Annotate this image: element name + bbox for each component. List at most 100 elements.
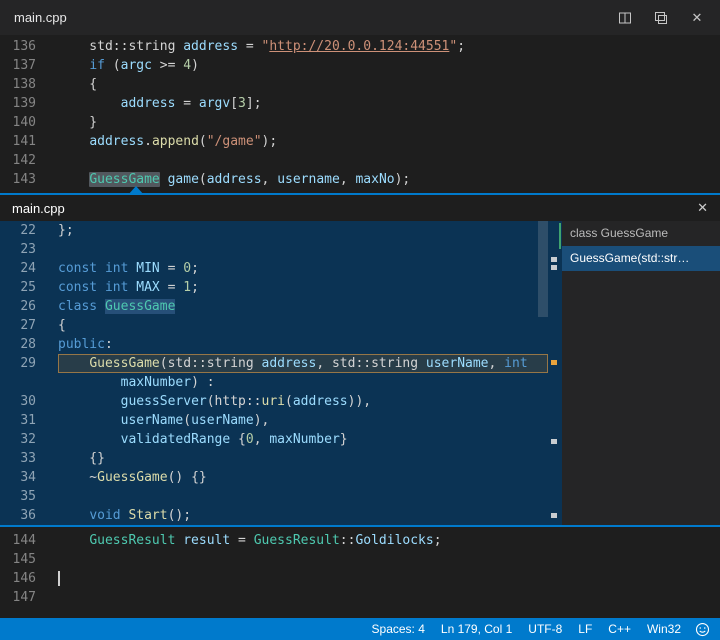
code-line[interactable]: 136 std::string address = "http://20.0.0… [0, 37, 720, 56]
line-number[interactable]: 139 [0, 94, 44, 113]
code-line[interactable]: 137 if (argc >= 4) [0, 56, 720, 75]
token [58, 375, 121, 390]
code-line[interactable]: 24const int MIN = 0; [0, 259, 548, 278]
feedback-smiley-icon[interactable] [695, 622, 710, 637]
token: 1 [183, 280, 191, 295]
status-item[interactable]: C++ [608, 622, 631, 636]
token: }; [58, 223, 74, 238]
code-text: GuessGame(std::string address, std::stri… [58, 354, 548, 373]
line-number[interactable]: 147 [0, 588, 44, 607]
line-number[interactable]: 143 [0, 170, 44, 189]
code-line[interactable]: 22}; [0, 221, 548, 240]
line-number[interactable]: 36 [0, 506, 44, 525]
editor-layout-icon[interactable] [652, 9, 670, 27]
code-line[interactable]: 34 ~GuessGame() {} [0, 468, 548, 487]
code-line[interactable]: 33 {} [0, 449, 548, 468]
line-number[interactable]: 26 [0, 297, 44, 316]
line-number[interactable]: 145 [0, 550, 44, 569]
scrollbar-thumb[interactable] [538, 221, 548, 317]
overview-ruler-marker [551, 439, 557, 444]
line-number[interactable]: 144 [0, 531, 44, 550]
line-number[interactable]: 34 [0, 468, 44, 487]
token: , [489, 356, 505, 371]
peek-close-icon[interactable]: ✕ [697, 200, 708, 216]
code-line[interactable]: 147 [0, 588, 720, 607]
editor-region-top[interactable]: 136 std::string address = "http://20.0.0… [0, 35, 720, 193]
code-line[interactable]: 140 } [0, 113, 720, 132]
line-number[interactable]: 22 [0, 221, 44, 240]
close-editor-icon[interactable]: ✕ [688, 9, 706, 27]
token: address [121, 96, 176, 111]
code-line[interactable]: 23 [0, 240, 548, 259]
line-number[interactable]: 31 [0, 411, 44, 430]
token: Goldilocks [355, 533, 433, 548]
code-line[interactable]: 36 void Start(); [0, 506, 548, 525]
line-number[interactable]: 35 [0, 487, 44, 506]
overview-ruler-marker [559, 223, 561, 249]
peek-result-item[interactable]: GuessGame(std::str… [562, 246, 720, 271]
line-number[interactable]: 30 [0, 392, 44, 411]
status-item[interactable]: UTF-8 [528, 622, 562, 636]
token [58, 58, 89, 73]
status-item[interactable]: Spaces: 4 [372, 622, 425, 636]
code-line[interactable]: 31 userName(userName), [0, 411, 548, 430]
code-line[interactable]: 146 [0, 569, 720, 588]
code-line[interactable]: 30 guessServer(http::uri(address)), [0, 392, 548, 411]
line-number[interactable]: 137 [0, 56, 44, 75]
token: } [340, 432, 348, 447]
code-line[interactable]: 145 [0, 550, 720, 569]
code-line[interactable]: 26class GuessGame [0, 297, 548, 316]
code-line[interactable]: 28 public: [0, 335, 548, 354]
code-text [58, 151, 720, 170]
code-line[interactable]: 29 GuessGame(std::string address, std::s… [0, 354, 548, 373]
code-line[interactable]: 141 address.append("/game"); [0, 132, 720, 151]
code-line[interactable]: 144 GuessResult result = GuessResult::Go… [0, 531, 720, 550]
line-number[interactable]: 138 [0, 75, 44, 94]
code-line[interactable]: 143 GuessGame game(address, username, ma… [0, 170, 720, 189]
token [58, 432, 121, 447]
peek-result-item[interactable]: class GuessGame [562, 221, 720, 246]
line-number[interactable]: 33 [0, 449, 44, 468]
code-text: if (argc >= 4) [58, 56, 720, 75]
code-line[interactable]: 142 [0, 151, 720, 170]
line-number[interactable]: 29 [0, 354, 44, 373]
line-number[interactable]: 142 [0, 151, 44, 170]
line-number[interactable]: 146 [0, 569, 44, 588]
peek-results: class GuessGameGuessGame(std::str… [562, 221, 720, 525]
line-number[interactable]: 28 [0, 335, 44, 354]
line-number[interactable]: 32 [0, 430, 44, 449]
line-number[interactable]: 23 [0, 240, 44, 259]
code-text: guessServer(http::uri(address)), [58, 392, 548, 411]
token: maxNumber [121, 375, 191, 390]
code-line[interactable]: 35 [0, 487, 548, 506]
code-text: maxNumber) : [58, 373, 548, 392]
code-line[interactable]: maxNumber) : [0, 373, 548, 392]
status-item[interactable]: Ln 179, Col 1 [441, 622, 512, 636]
code-line[interactable]: 27{ [0, 316, 548, 335]
statusbar-items: Spaces: 4 Ln 179, Col 1 UTF-8 LF C++ Win32 [356, 622, 681, 636]
status-item[interactable]: LF [578, 622, 592, 636]
code-line[interactable]: 32 validatedRange {0, maxNumber} [0, 430, 548, 449]
code-text: public: [58, 335, 548, 354]
line-number[interactable]: 25 [0, 278, 44, 297]
token: MIN [136, 261, 159, 276]
line-number[interactable]: 141 [0, 132, 44, 151]
editor-region-bottom[interactable]: 144 GuessResult result = GuessResult::Go… [0, 527, 720, 618]
code-line[interactable]: 138 { [0, 75, 720, 94]
split-editor-icon[interactable] [616, 9, 634, 27]
line-number[interactable]: 136 [0, 37, 44, 56]
line-number[interactable] [0, 373, 44, 392]
peek-editor[interactable]: 22};2324const int MIN = 0;25const int MA… [0, 221, 548, 525]
peek-header: main.cpp ✕ [0, 195, 720, 221]
line-number[interactable]: 140 [0, 113, 44, 132]
code-line[interactable]: 25const int MAX = 1; [0, 278, 548, 297]
token: , [262, 172, 278, 187]
code-text: address = argv[3]; [58, 94, 720, 113]
code-text: {} [58, 449, 548, 468]
token: , [254, 432, 270, 447]
status-item[interactable]: Win32 [647, 622, 681, 636]
token: ; [457, 39, 465, 54]
line-number[interactable]: 27 [0, 316, 44, 335]
line-number[interactable]: 24 [0, 259, 44, 278]
code-line[interactable]: 139 address = argv[3]; [0, 94, 720, 113]
